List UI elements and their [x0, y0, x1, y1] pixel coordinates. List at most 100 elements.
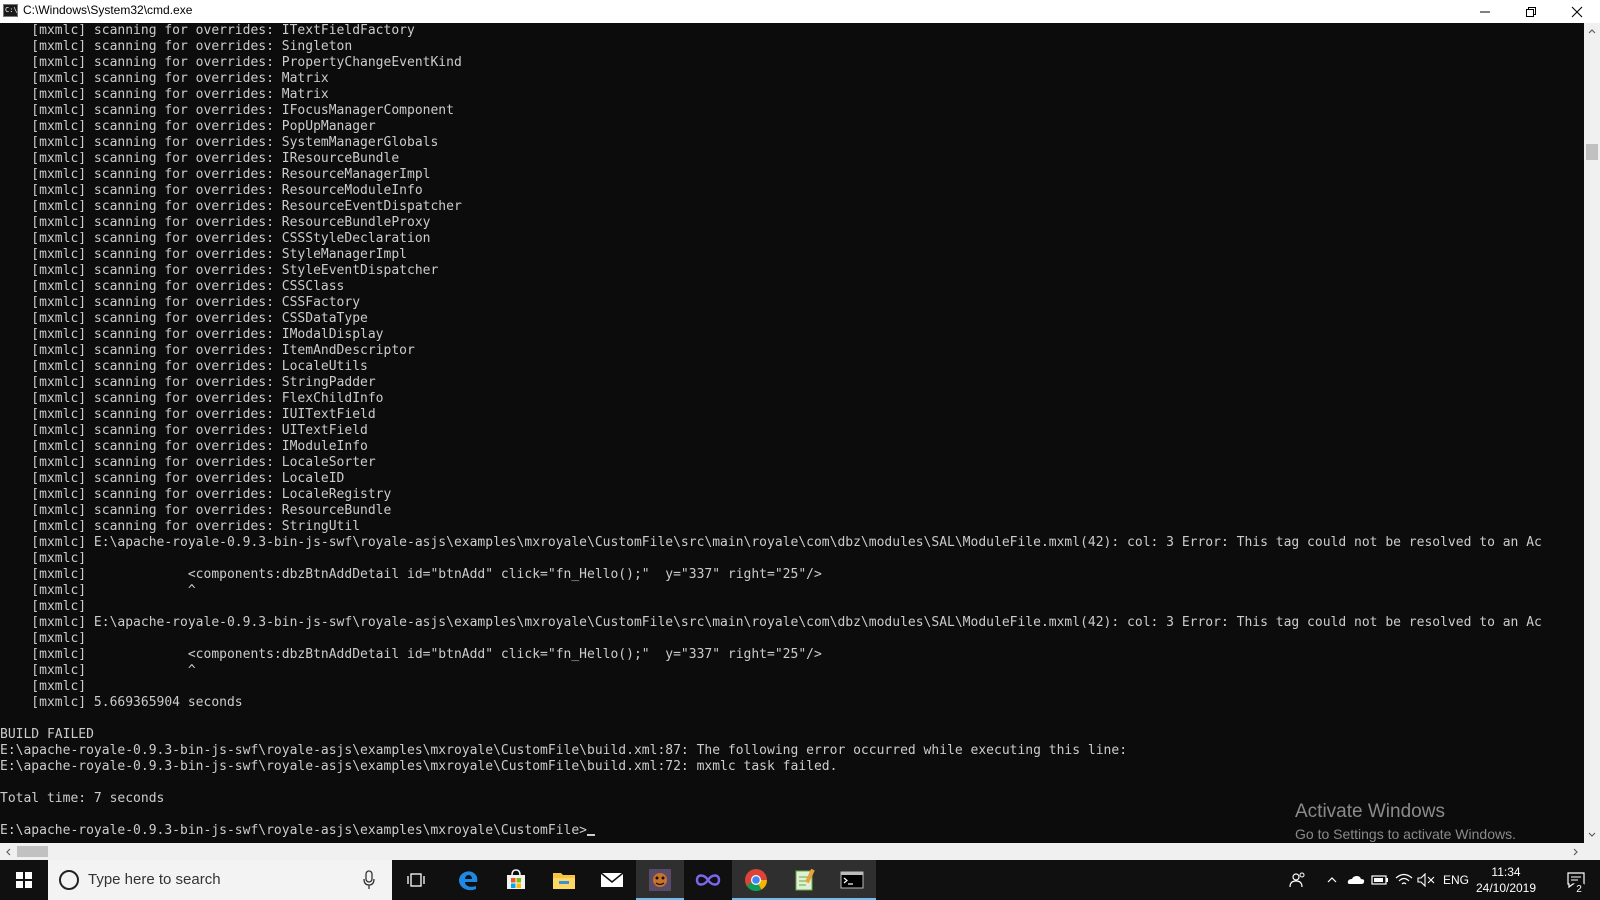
console-line: [mxmlc] scanning for overrides: UITextFi… — [0, 423, 368, 438]
console-line: [mxmlc] scanning for overrides: CSSClass — [0, 279, 345, 294]
notepad-icon — [795, 868, 815, 891]
vs-code-button[interactable] — [684, 860, 732, 900]
console-line: [mxmlc] ^ — [0, 583, 196, 598]
console-line: [mxmlc] scanning for overrides: LocaleRe… — [0, 487, 392, 502]
console-line: [mxmlc] scanning for overrides: StringUt… — [0, 519, 361, 534]
app-icon-label: C:\ — [5, 6, 18, 14]
vs-code-icon — [695, 874, 721, 886]
people-icon — [1289, 872, 1305, 888]
restore-icon — [1526, 6, 1536, 17]
minimize-button[interactable] — [1462, 0, 1508, 23]
chrome-icon — [745, 869, 767, 891]
search-placeholder: Type here to search — [88, 871, 221, 888]
console-line: [mxmlc] — [0, 679, 87, 694]
scroll-right-button[interactable] — [1568, 843, 1584, 860]
start-button[interactable] — [0, 860, 48, 900]
console-line: [mxmlc] scanning for overrides: Singleto… — [0, 39, 353, 54]
console-line: [mxmlc] scanning for overrides: Matrix — [0, 71, 329, 86]
console-line: [mxmlc] scanning for overrides: LocaleSo… — [0, 455, 376, 470]
wifi-icon — [1395, 873, 1413, 885]
console-line: [mxmlc] — [0, 631, 87, 646]
people-button[interactable] — [1284, 860, 1312, 900]
close-button[interactable] — [1554, 0, 1600, 23]
windows-logo-icon — [16, 872, 32, 888]
cmd-window: C:\ C:\Windows\System32\cmd.exe [mxmlc] … — [0, 0, 1600, 860]
battery-icon — [1371, 875, 1388, 885]
network-button[interactable] — [1394, 860, 1414, 900]
title-bar[interactable]: C:\ C:\Windows\System32\cmd.exe — [0, 0, 1600, 24]
vertical-scrollbar[interactable] — [1584, 23, 1600, 843]
console-line: [mxmlc] 5.669365904 seconds — [0, 695, 243, 710]
console-line: [mxmlc] scanning for overrides: SystemMa… — [0, 135, 439, 150]
volume-button[interactable] — [1416, 860, 1436, 900]
console-line: [mxmlc] scanning for overrides: Resource… — [0, 183, 423, 198]
game-app-icon — [649, 869, 671, 891]
console-line: [mxmlc] scanning for overrides: ITextFie… — [0, 23, 415, 38]
volume-muted-icon — [1417, 873, 1435, 887]
console-line: [mxmlc] scanning for overrides: CSSDataT… — [0, 311, 368, 326]
clock-time: 11:34 — [1491, 865, 1521, 879]
taskbar: Type here to search ENG 11:34 24/10/2019… — [0, 860, 1600, 900]
console-line: [mxmlc] scanning for overrides: Property… — [0, 55, 462, 70]
text-cursor — [587, 834, 595, 836]
console-line: [mxmlc] scanning for overrides: Resource… — [0, 503, 392, 518]
restore-button[interactable] — [1508, 0, 1554, 23]
console-text: [mxmlc] scanning for overrides: ITextFie… — [0, 23, 1542, 839]
chrome-button[interactable] — [732, 860, 780, 900]
console-line: [mxmlc] scanning for overrides: ItemAndD… — [0, 343, 415, 358]
onedrive-icon — [1347, 876, 1365, 884]
console-line: [mxmlc] E:\apache-royale-0.9.3-bin-js-sw… — [0, 615, 1542, 630]
microphone-icon[interactable] — [362, 870, 376, 890]
console-line: [mxmlc] scanning for overrides: Matrix — [0, 87, 329, 102]
horizontal-scrollbar[interactable] — [0, 843, 1584, 860]
store-button[interactable] — [492, 860, 540, 900]
close-icon — [1571, 6, 1583, 17]
edge-icon — [459, 871, 478, 891]
window-title: C:\Windows\System32\cmd.exe — [23, 3, 193, 17]
console-line: [mxmlc] E:\apache-royale-0.9.3-bin-js-sw… — [0, 535, 1542, 550]
console-line: [mxmlc] scanning for overrides: LocaleUt… — [0, 359, 368, 374]
mail-icon — [600, 872, 624, 887]
console-line: [mxmlc] scanning for overrides: PopUpMan… — [0, 119, 376, 134]
cmd-icon — [840, 871, 864, 889]
activate-windows-title: Activate Windows — [1295, 801, 1445, 822]
game-app-button[interactable] — [636, 860, 684, 900]
scroll-down-button[interactable] — [1584, 827, 1600, 843]
task-view-icon — [407, 873, 425, 887]
task-view-button[interactable] — [392, 860, 440, 900]
console-output[interactable]: [mxmlc] scanning for overrides: ITextFie… — [0, 23, 1584, 843]
console-line: [mxmlc] <components:dbzBtnAddDetail id="… — [0, 567, 822, 582]
cortana-icon — [59, 870, 79, 890]
console-line: [mxmlc] scanning for overrides: StringPa… — [0, 375, 376, 390]
file-explorer-button[interactable] — [540, 860, 588, 900]
battery-button[interactable] — [1370, 860, 1390, 900]
chevron-right-icon — [1573, 848, 1578, 855]
file-explorer-icon — [553, 873, 575, 889]
console-line: [mxmlc] scanning for overrides: Resource… — [0, 215, 431, 230]
taskbar-search-box[interactable]: Type here to search — [48, 860, 392, 900]
vertical-scroll-thumb[interactable] — [1586, 144, 1598, 160]
console-line: [mxmlc] ^ — [0, 663, 196, 678]
chevron-down-icon — [1588, 832, 1596, 837]
edge-button[interactable] — [444, 860, 492, 900]
console-line: [mxmlc] scanning for overrides: CSSFacto… — [0, 295, 361, 310]
minimize-icon — [1480, 11, 1490, 12]
console-line: [mxmlc] — [0, 551, 87, 566]
language-indicator[interactable]: ENG — [1442, 860, 1470, 900]
console-line: [mxmlc] scanning for overrides: IFocusMa… — [0, 103, 454, 118]
console-line: E:\apache-royale-0.9.3-bin-js-swf\royale… — [0, 759, 838, 774]
clock-date: 24/10/2019 — [1475, 881, 1537, 895]
show-hidden-icons-button[interactable] — [1324, 860, 1340, 900]
chevron-up-icon — [1588, 29, 1596, 34]
cmd-button[interactable] — [828, 860, 876, 900]
store-icon — [507, 869, 525, 889]
scroll-left-button[interactable] — [0, 843, 16, 860]
horizontal-scroll-thumb[interactable] — [17, 846, 48, 857]
notepad-button[interactable] — [780, 860, 828, 900]
onedrive-button[interactable] — [1346, 860, 1366, 900]
scroll-up-button[interactable] — [1584, 23, 1600, 39]
clock[interactable]: 11:34 24/10/2019 — [1472, 864, 1540, 896]
mail-button[interactable] — [588, 860, 636, 900]
